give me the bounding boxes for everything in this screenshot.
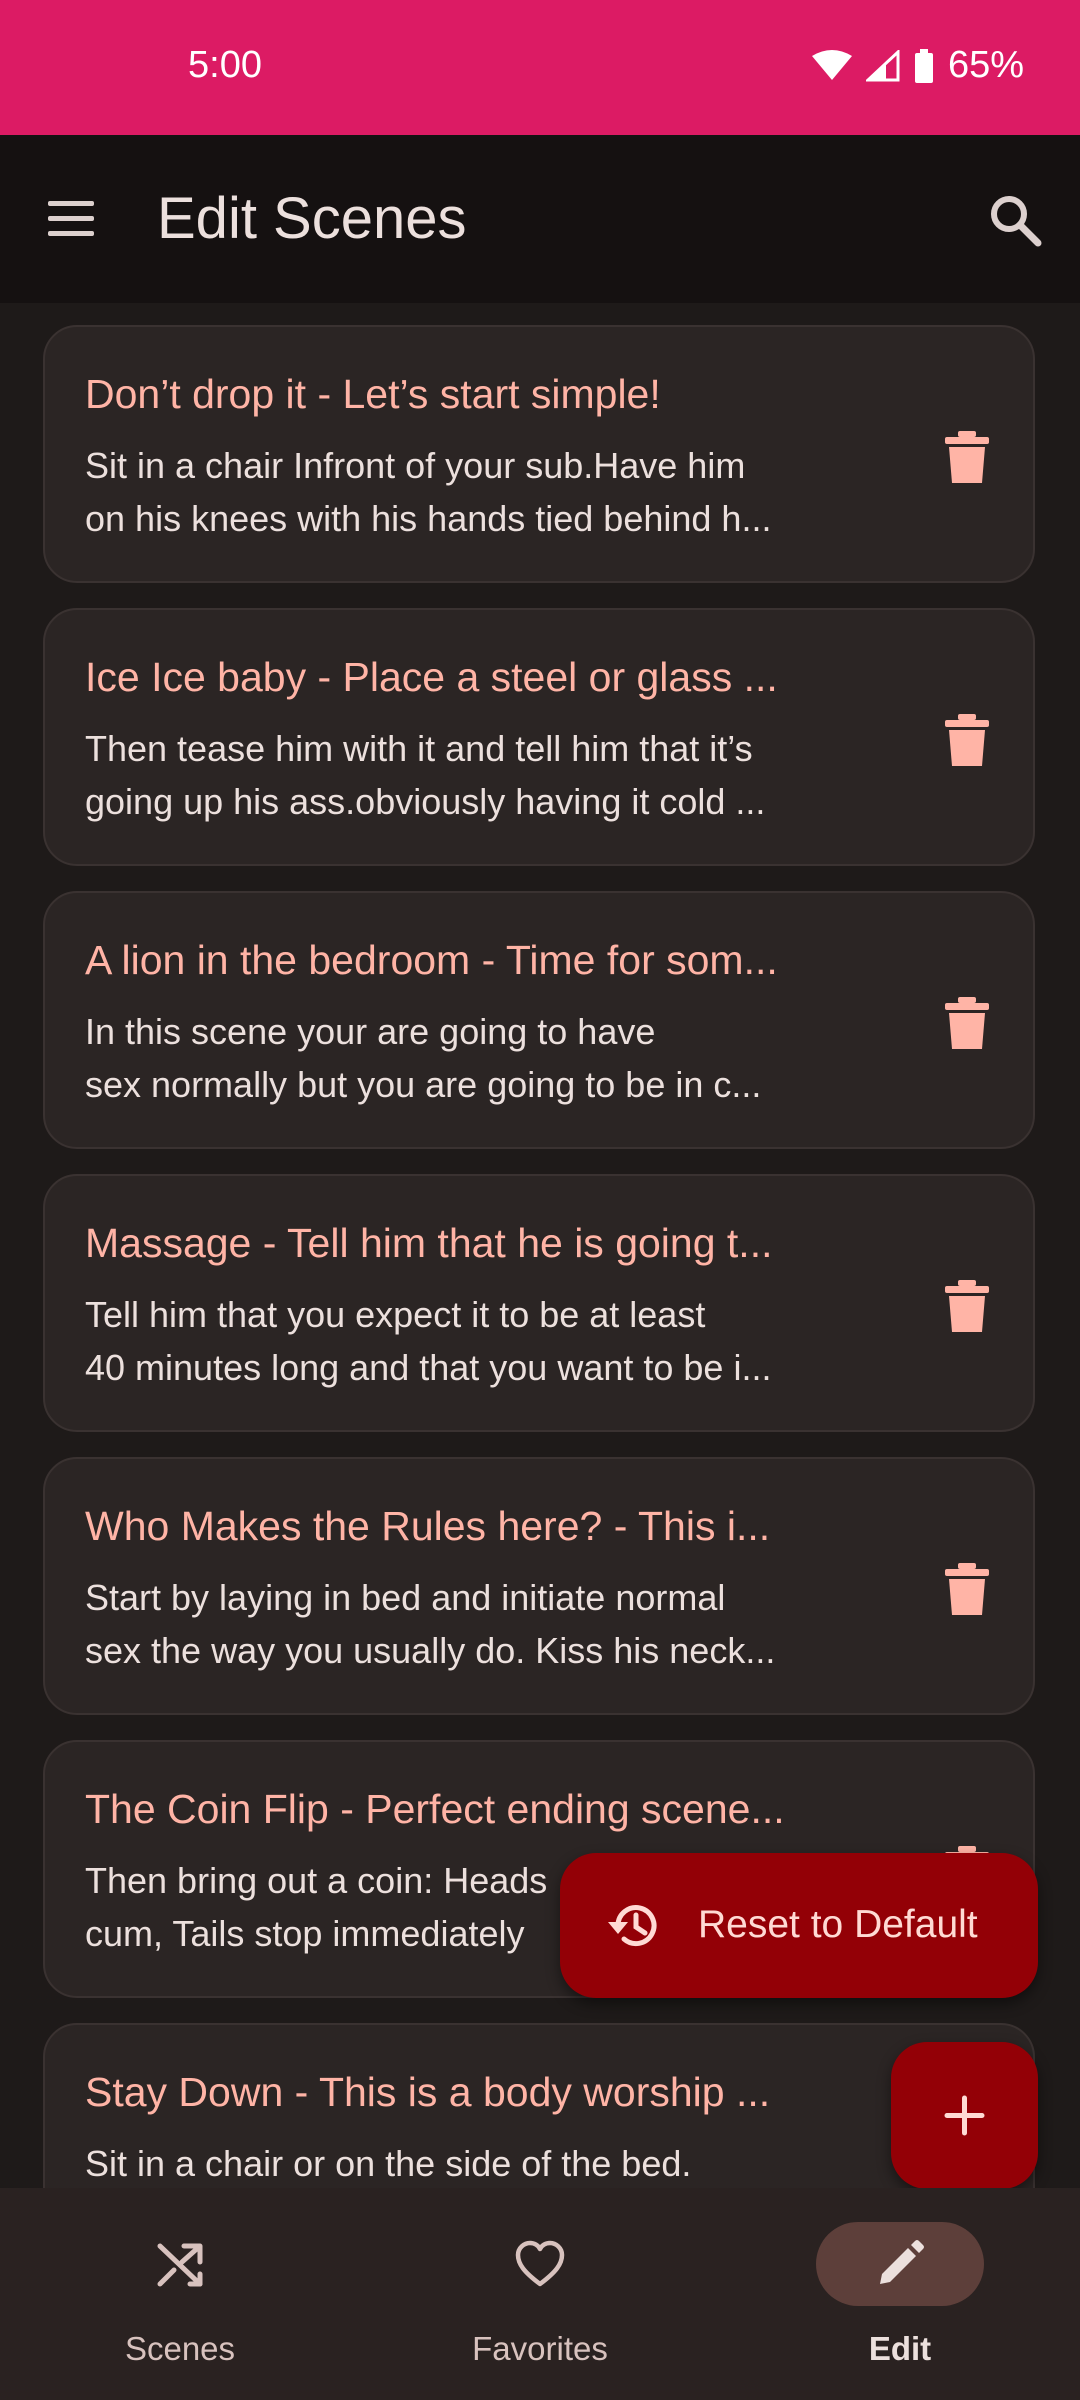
plus-icon	[944, 2095, 985, 2136]
scene-description-line: sex the way you usually do. Kiss his nec…	[85, 1630, 776, 1671]
battery-level: 65%	[947, 44, 1024, 86]
scene-card[interactable]: Stay Down - This is a body worship ... S…	[43, 2023, 1035, 2188]
signal-icon	[865, 49, 900, 81]
scene-description: Tell him that you expect it to be at lea…	[85, 1288, 915, 1394]
wifi-icon	[811, 49, 852, 80]
trash-icon[interactable]	[943, 1561, 991, 1617]
nav-item-favorites[interactable]: Favorites	[360, 2188, 720, 2400]
scene-description-line: Sit in a chair or on the side of the bed…	[85, 2143, 692, 2184]
nav-indicator-active	[816, 2222, 984, 2306]
scene-description-line: In this scene your are going to have	[85, 1011, 656, 1052]
menu-icon[interactable]	[44, 197, 98, 241]
scene-description-line: Sit in a chair Infront of your sub.Have …	[85, 445, 746, 486]
scene-title: Ice Ice baby - Place a steel or glass ..…	[85, 654, 778, 700]
scene-card[interactable]: A lion in the bedroom - Time for som... …	[43, 891, 1035, 1149]
nav-label: Scenes	[124, 2330, 236, 2367]
scene-card[interactable]: Ice Ice baby - Place a steel or glass ..…	[43, 608, 1035, 866]
trash-icon[interactable]	[943, 712, 991, 768]
scene-description-line: going up his ass.obviously having it col…	[85, 781, 766, 822]
nav-label: Favorites	[472, 2330, 608, 2367]
trash-icon[interactable]	[943, 995, 991, 1051]
heart-icon	[515, 2240, 565, 2287]
scene-title: The Coin Flip - Perfect ending scene...	[85, 1786, 785, 1832]
scene-description: Then tease him with it and tell him that…	[85, 722, 915, 828]
scene-title: Don’t drop it - Let’s start simple!	[85, 371, 661, 417]
scene-title: A lion in the bedroom - Time for som...	[85, 937, 778, 983]
bottom-navigation: Scenes Favorites Edit	[0, 2188, 1080, 2400]
nav-label: Edit	[868, 2330, 932, 2367]
history-icon	[608, 1905, 657, 1947]
scene-description: Start by laying in bed and initiate norm…	[85, 1571, 915, 1677]
scene-description: In this scene your are going to have sex…	[85, 1005, 915, 1111]
scene-description-line: Tell him that you expect it to be at lea…	[85, 1294, 706, 1335]
scene-title: Stay Down - This is a body worship ...	[85, 2069, 771, 2115]
scene-description-line: sex normally but you are going to be in …	[85, 1064, 762, 1105]
search-icon[interactable]	[988, 193, 1042, 247]
status-time: 5:00	[188, 44, 262, 86]
scene-description-line: on his knees with his hands tied behind …	[85, 498, 772, 539]
trash-icon[interactable]	[943, 1278, 991, 1334]
scene-description: Sit in a chair Infront of your sub.Have …	[85, 439, 915, 545]
scene-description-line: 40 minutes long and that you want to be …	[85, 1347, 772, 1388]
add-scene-button[interactable]	[891, 2042, 1038, 2189]
scene-card[interactable]: Don’t drop it - Let’s start simple! Sit …	[43, 325, 1035, 583]
pencil-icon	[880, 2240, 924, 2284]
nav-indicator	[96, 2222, 264, 2306]
scene-title: Who Makes the Rules here? - This i...	[85, 1503, 771, 1549]
scene-description-line: Then tease him with it and tell him that…	[85, 728, 753, 769]
page-title: Edit Scenes	[157, 186, 467, 251]
app-bar: Edit Scenes	[0, 135, 1080, 303]
scene-description-line: Start by laying in bed and initiate norm…	[85, 1577, 726, 1618]
scene-card[interactable]: Who Makes the Rules here? - This i... St…	[43, 1457, 1035, 1715]
scene-title: Massage - Tell him that he is going t...	[85, 1220, 773, 1266]
trash-icon[interactable]	[943, 429, 991, 485]
reset-to-default-button[interactable]: Reset to Default	[560, 1853, 1038, 1998]
status-icons: 65%	[811, 44, 1024, 87]
nav-indicator	[456, 2222, 624, 2306]
shuffle-icon	[157, 2243, 203, 2287]
nav-item-edit[interactable]: Edit	[720, 2188, 1080, 2400]
battery-icon	[914, 48, 933, 83]
scene-description: Sit in a chair or on the side of the bed…	[85, 2137, 915, 2188]
nav-item-scenes[interactable]: Scenes	[0, 2188, 360, 2400]
status-bar: 5:00 65%	[0, 0, 1080, 135]
scene-card[interactable]: Massage - Tell him that he is going t...…	[43, 1174, 1035, 1432]
reset-to-default-label: Reset to Default	[698, 1903, 978, 1946]
